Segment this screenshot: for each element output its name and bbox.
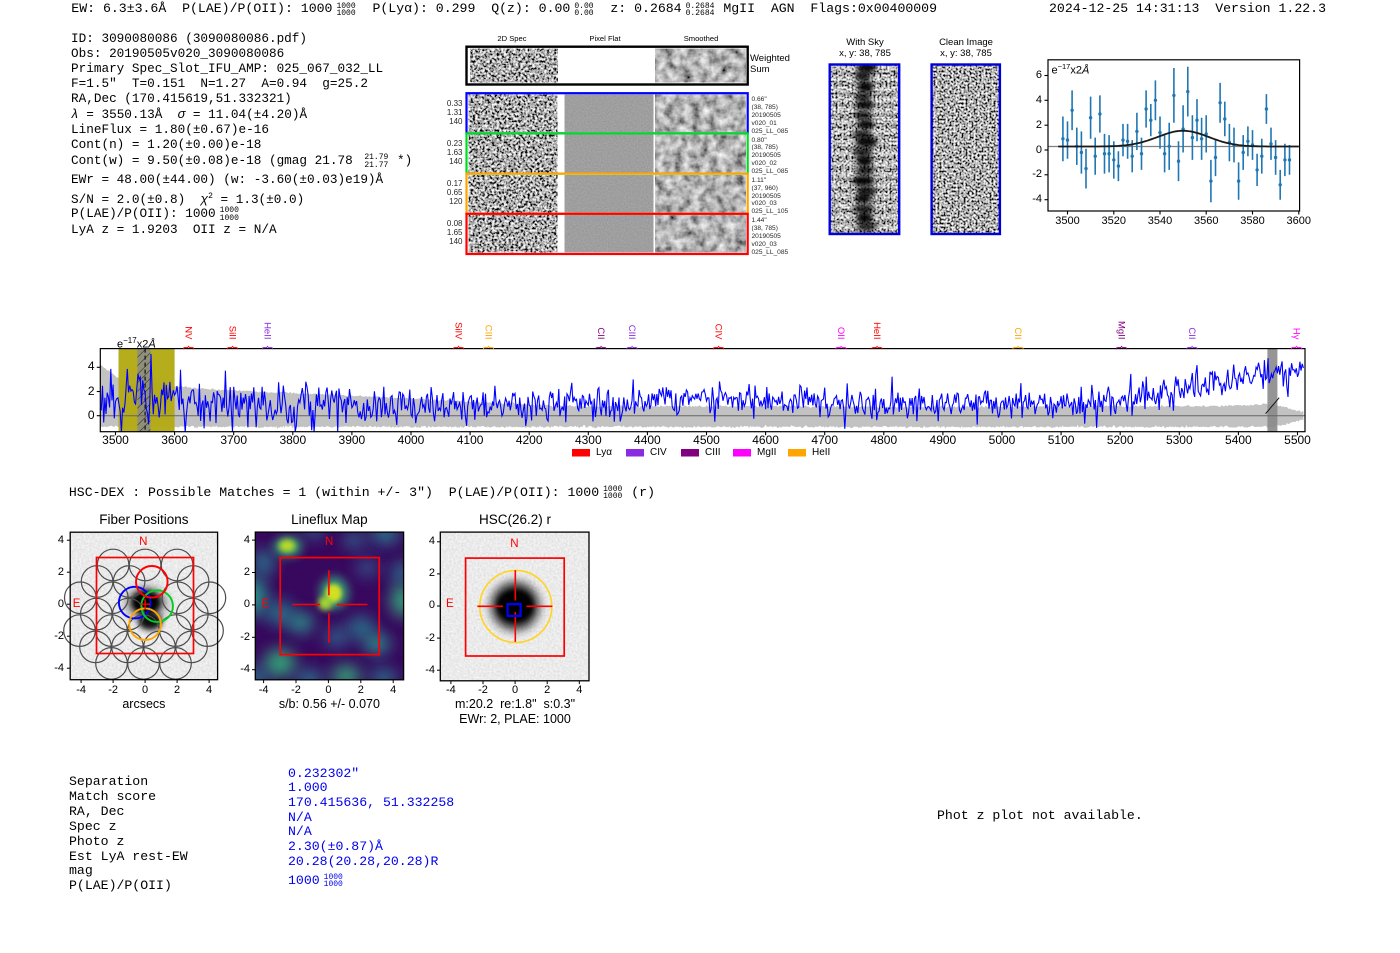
- svg-text:{: {: [595, 346, 609, 350]
- svg-text:{: {: [1186, 346, 1200, 350]
- svg-text:HeII: HeII: [261, 322, 272, 339]
- svg-text:{: {: [227, 346, 241, 350]
- svg-text:{: {: [1012, 346, 1026, 350]
- svg-text:SiII: SiII: [227, 326, 238, 340]
- svg-text:CIV: CIV: [712, 324, 723, 341]
- svg-text:{: {: [262, 346, 276, 350]
- svg-text:Hγ: Hγ: [1290, 328, 1301, 340]
- svg-text:CIII: CIII: [626, 325, 637, 340]
- svg-text:HeII: HeII: [871, 322, 882, 339]
- svg-text:OII: OII: [835, 327, 846, 340]
- svg-text:{: {: [626, 346, 640, 350]
- svg-text:CII: CII: [1186, 327, 1197, 339]
- svg-text:{: {: [453, 346, 467, 350]
- svg-text:NV: NV: [182, 326, 193, 340]
- svg-text:{: {: [713, 346, 727, 350]
- svg-text:{: {: [483, 346, 497, 350]
- svg-text:SiIV: SiIV: [452, 322, 463, 340]
- svg-text:{: {: [183, 346, 197, 350]
- svg-text:MgII: MgII: [1115, 321, 1126, 339]
- svg-text:CII: CII: [1012, 327, 1023, 339]
- svg-text:{: {: [1291, 346, 1305, 350]
- svg-text:{: {: [871, 346, 885, 350]
- svg-text:{: {: [1116, 346, 1130, 350]
- svg-text:CIII: CIII: [482, 325, 493, 340]
- svg-text:{: {: [835, 346, 849, 350]
- svg-text:CII: CII: [595, 327, 606, 339]
